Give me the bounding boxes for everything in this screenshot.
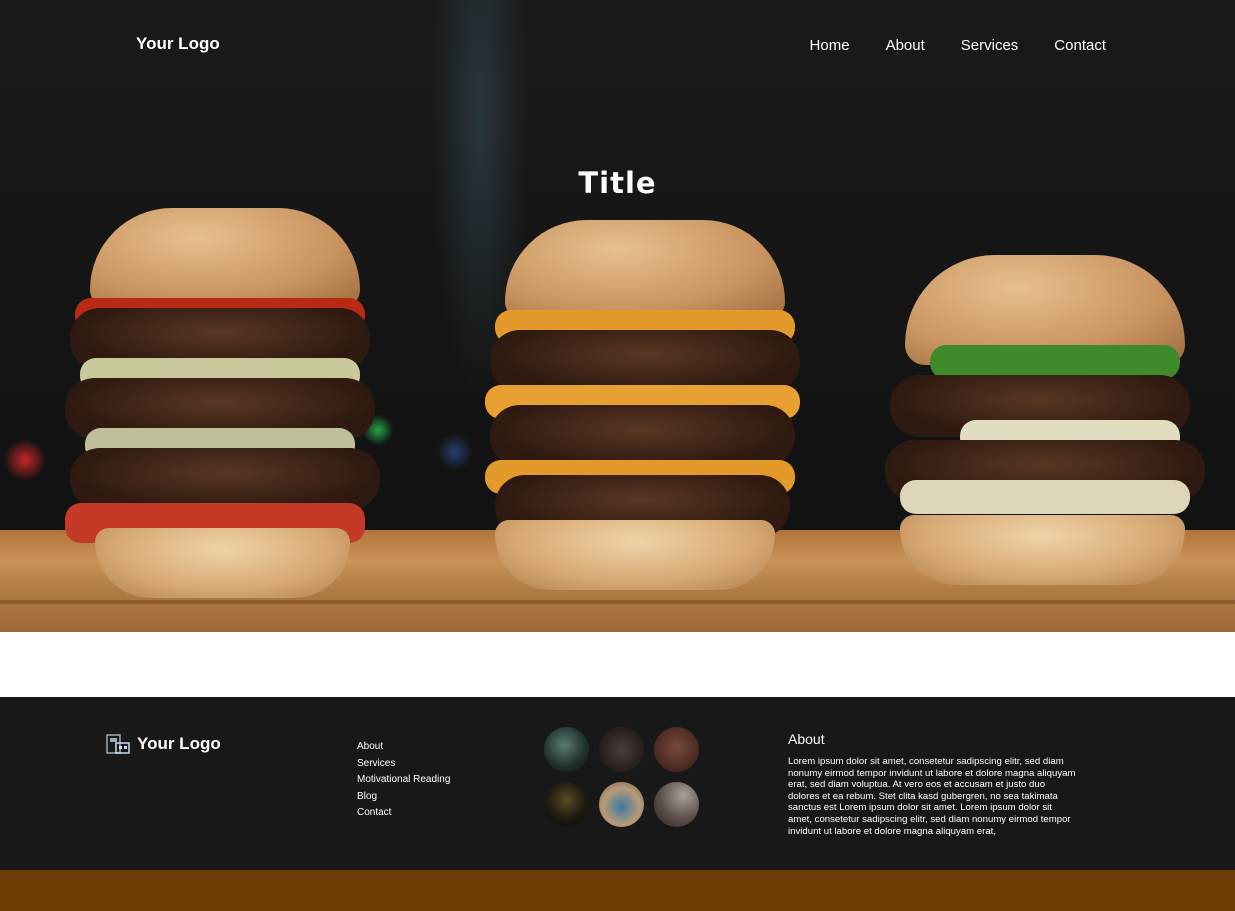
footer-logo-text: Your Logo <box>137 734 221 753</box>
header-logo[interactable]: Your Logo <box>136 34 220 54</box>
footer-links: About Services Motivational Reading Blog… <box>357 739 450 822</box>
burger-image-right <box>870 255 1210 595</box>
gallery-thumbnail[interactable] <box>599 727 644 772</box>
footer-link-services[interactable]: Services <box>357 758 395 769</box>
gallery-thumbnail[interactable] <box>544 782 589 827</box>
footer-about-title: About <box>788 731 825 747</box>
gallery-thumbnail[interactable] <box>544 727 589 772</box>
nav-contact[interactable]: Contact <box>1054 37 1106 54</box>
nav-home[interactable]: Home <box>810 37 850 54</box>
burger-image-left <box>55 208 395 598</box>
footer-logo[interactable]: Your Logo <box>106 733 221 755</box>
gallery-thumbnail[interactable] <box>654 727 699 772</box>
footer-link-about[interactable]: About <box>357 741 383 752</box>
nav-services[interactable]: Services <box>961 37 1019 54</box>
logo-icon <box>106 734 130 754</box>
footer-link-motivational-reading[interactable]: Motivational Reading <box>357 774 450 785</box>
bottom-bar <box>0 870 1235 911</box>
gallery-thumbnail[interactable] <box>599 782 644 827</box>
footer-link-contact[interactable]: Contact <box>357 807 391 818</box>
hero-section: Your Logo Home About Services Contact Ti… <box>0 0 1235 632</box>
footer-about-text: Lorem ipsum dolor sit amet, consetetur s… <box>788 756 1076 837</box>
burger-image-middle <box>475 215 815 595</box>
footer-link-blog[interactable]: Blog <box>357 791 377 802</box>
hero-title: Title <box>578 166 657 200</box>
footer-gallery <box>544 727 699 827</box>
footer: Your Logo About Services Motivational Re… <box>0 697 1235 870</box>
main-nav: Home About Services Contact <box>774 37 1106 54</box>
nav-about[interactable]: About <box>886 37 925 54</box>
gallery-thumbnail[interactable] <box>654 782 699 827</box>
